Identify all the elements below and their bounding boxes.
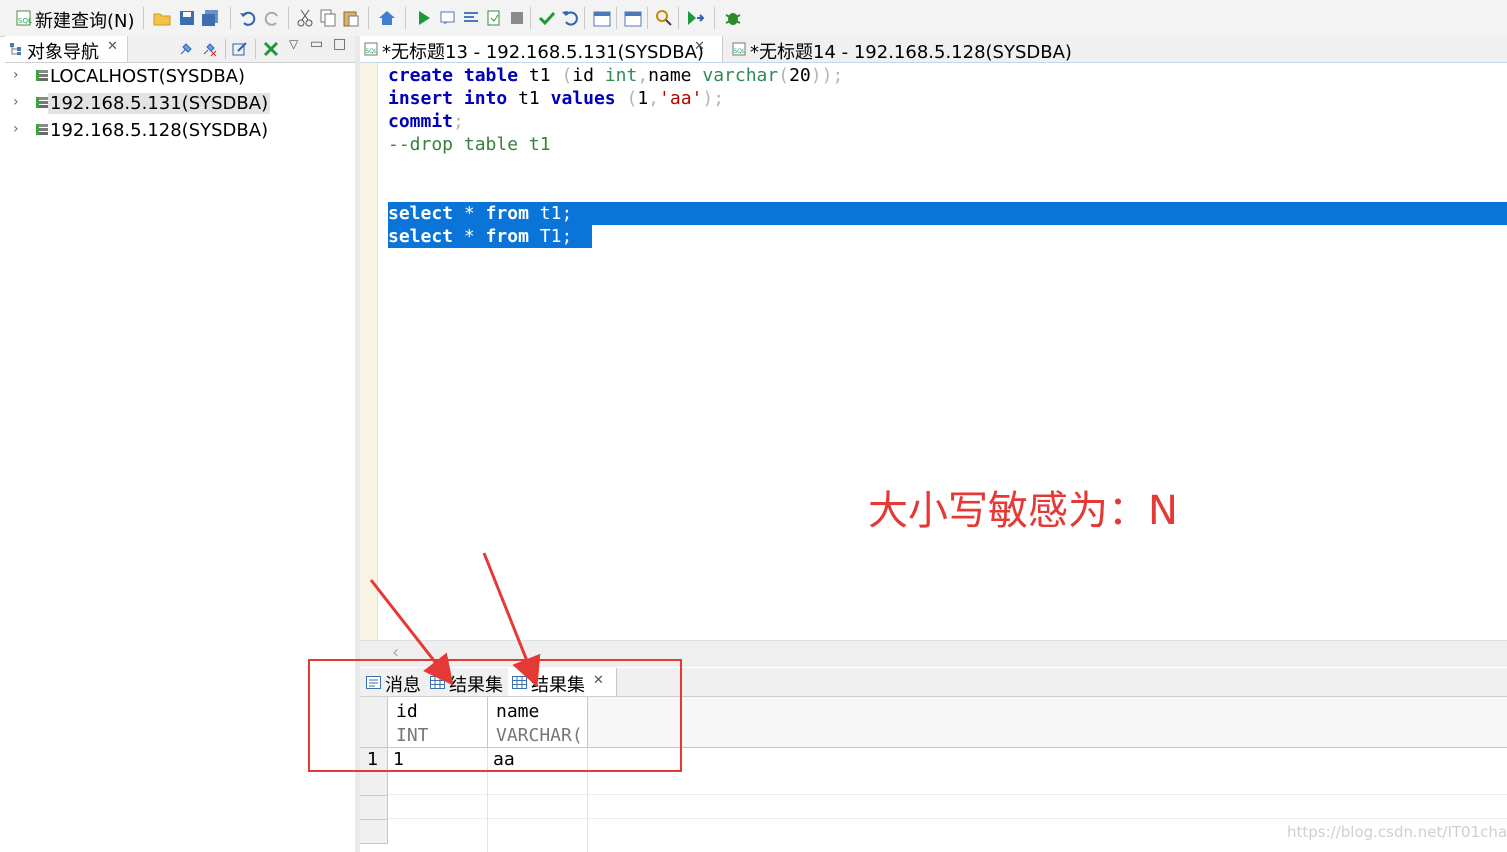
connect-icon[interactable] [178,41,194,57]
new-query-button[interactable]: 新建查询(N) [35,7,135,33]
run-plan-icon[interactable] [438,8,458,28]
commit-icon[interactable] [537,8,557,28]
navigator-tab-label: 对象导航 [27,42,99,63]
expand-all-icon[interactable] [263,41,279,57]
toolbar-separator [288,7,289,29]
cut-icon[interactable] [295,8,315,28]
sql-new-icon[interactable]: SQL [14,8,34,28]
row-number-empty [360,820,388,844]
tab-label: *无标题13 - 192.168.5.131(SYSDBA) [382,42,704,63]
tree-item-label: 192.168.5.131(SYSDBA) [48,93,271,114]
sql-editor[interactable]: create table t1 (id int,name varchar(20)… [360,63,1507,640]
watermark: https://blog.csdn.net/IT01chao [1287,823,1507,841]
toolbar-separator [647,7,648,29]
toolbar-separator [405,7,406,29]
chevron-down-icon[interactable]: ▽ [289,37,298,51]
tab-editor-14[interactable]: SQL *无标题14 - 192.168.5.128(SYSDBA) [728,36,1078,63]
sql-file-icon: SQL [364,42,378,56]
row-number-empty [360,772,388,796]
grid-header-filler [588,697,1507,748]
home-icon[interactable] [377,8,397,28]
code-line-2: insert into t1 values (1,'aa'); [388,88,725,109]
main-toolbar: SQL 新建查询(N) [0,0,1507,37]
svg-text:SQL: SQL [734,48,747,55]
debug-icon[interactable] [723,8,743,28]
close-icon[interactable]: ✕ [107,39,118,54]
tab-label: *无标题14 - 192.168.5.128(SYSDBA) [750,42,1072,63]
maximize-icon[interactable]: □ [333,36,346,52]
annotation-highlight-box [308,659,682,772]
code-line-3: commit; [388,111,464,132]
grid-line [388,818,1507,819]
toolbar-separator [616,7,617,29]
toolbar-separator [714,7,715,29]
toolbar-separator [530,7,531,29]
close-icon[interactable]: ✕ [694,39,705,54]
chevron-right-icon[interactable]: › [13,67,19,83]
toolbar-separator [678,7,679,29]
minimize-icon[interactable]: ▭ [310,36,323,52]
save-icon[interactable] [177,8,197,28]
svg-text:SQL: SQL [18,17,32,25]
paste-icon[interactable] [341,8,361,28]
undo-icon[interactable] [238,8,258,28]
format-icon[interactable] [461,8,481,28]
toolbar-separator [230,7,231,29]
copy-icon[interactable] [318,8,338,28]
code-line-4-comment: --drop table t1 [388,134,551,155]
redo-icon[interactable] [262,8,282,28]
tree-icon [10,43,21,55]
chevron-right-icon[interactable]: › [13,121,19,137]
tab-editor-13[interactable]: SQL *无标题13 - 192.168.5.131(SYSDBA) ✕ [360,36,723,63]
tree-item-label: LOCALHOST(SYSDBA) [50,66,246,87]
grid-line [587,772,588,852]
code-line-6: select * from T1; [388,226,573,247]
object-navigator-panel: 对象导航 ✕ ▽ ▭ □ › LOCALHOST(SYSDBA) › 192.1… [5,36,356,852]
code-line-5: select * from t1; [388,203,573,224]
search-icon[interactable] [654,8,674,28]
svg-text:SQL: SQL [366,48,379,55]
annotation-text: 大小写敏感为：N [868,488,1178,534]
save-all-icon[interactable] [200,8,220,28]
explain-icon[interactable] [484,8,504,28]
editor-tabbar: SQL *无标题13 - 192.168.5.131(SYSDBA) ✕ SQL… [360,36,1507,64]
disconnect-icon[interactable] [201,41,217,57]
edit-icon[interactable] [232,41,248,57]
sql-file-icon: SQL [732,42,746,56]
database-server-icon [36,70,48,81]
chevron-right-icon[interactable]: › [13,94,19,110]
rollback-icon[interactable] [560,8,580,28]
navigator-tabbar: 对象导航 ✕ ▽ ▭ □ [5,36,355,63]
step-icon[interactable] [685,8,705,28]
run-icon[interactable] [414,8,434,28]
toolbar-separator [143,7,144,29]
database-server-icon [36,124,48,135]
grid-line [487,772,488,852]
row-number-empty [360,796,388,820]
folder-open-icon[interactable] [152,8,172,28]
tab-object-navigator[interactable]: 对象导航 ✕ [5,36,128,63]
stop-icon[interactable] [507,8,527,28]
editor-gutter [360,63,378,640]
database-server-icon [36,97,48,108]
tree-item-label: 192.168.5.128(SYSDBA) [50,120,269,141]
calendar-icon[interactable] [592,8,612,28]
toolbar-separator [255,39,256,59]
grid-line [388,794,1507,795]
toolbar-separator [584,7,585,29]
toolbar-separator [225,39,226,59]
code-line-1: create table t1 (id int,name varchar(20)… [388,65,844,86]
calendar2-icon[interactable] [623,8,643,28]
toolbar-separator [368,7,369,29]
